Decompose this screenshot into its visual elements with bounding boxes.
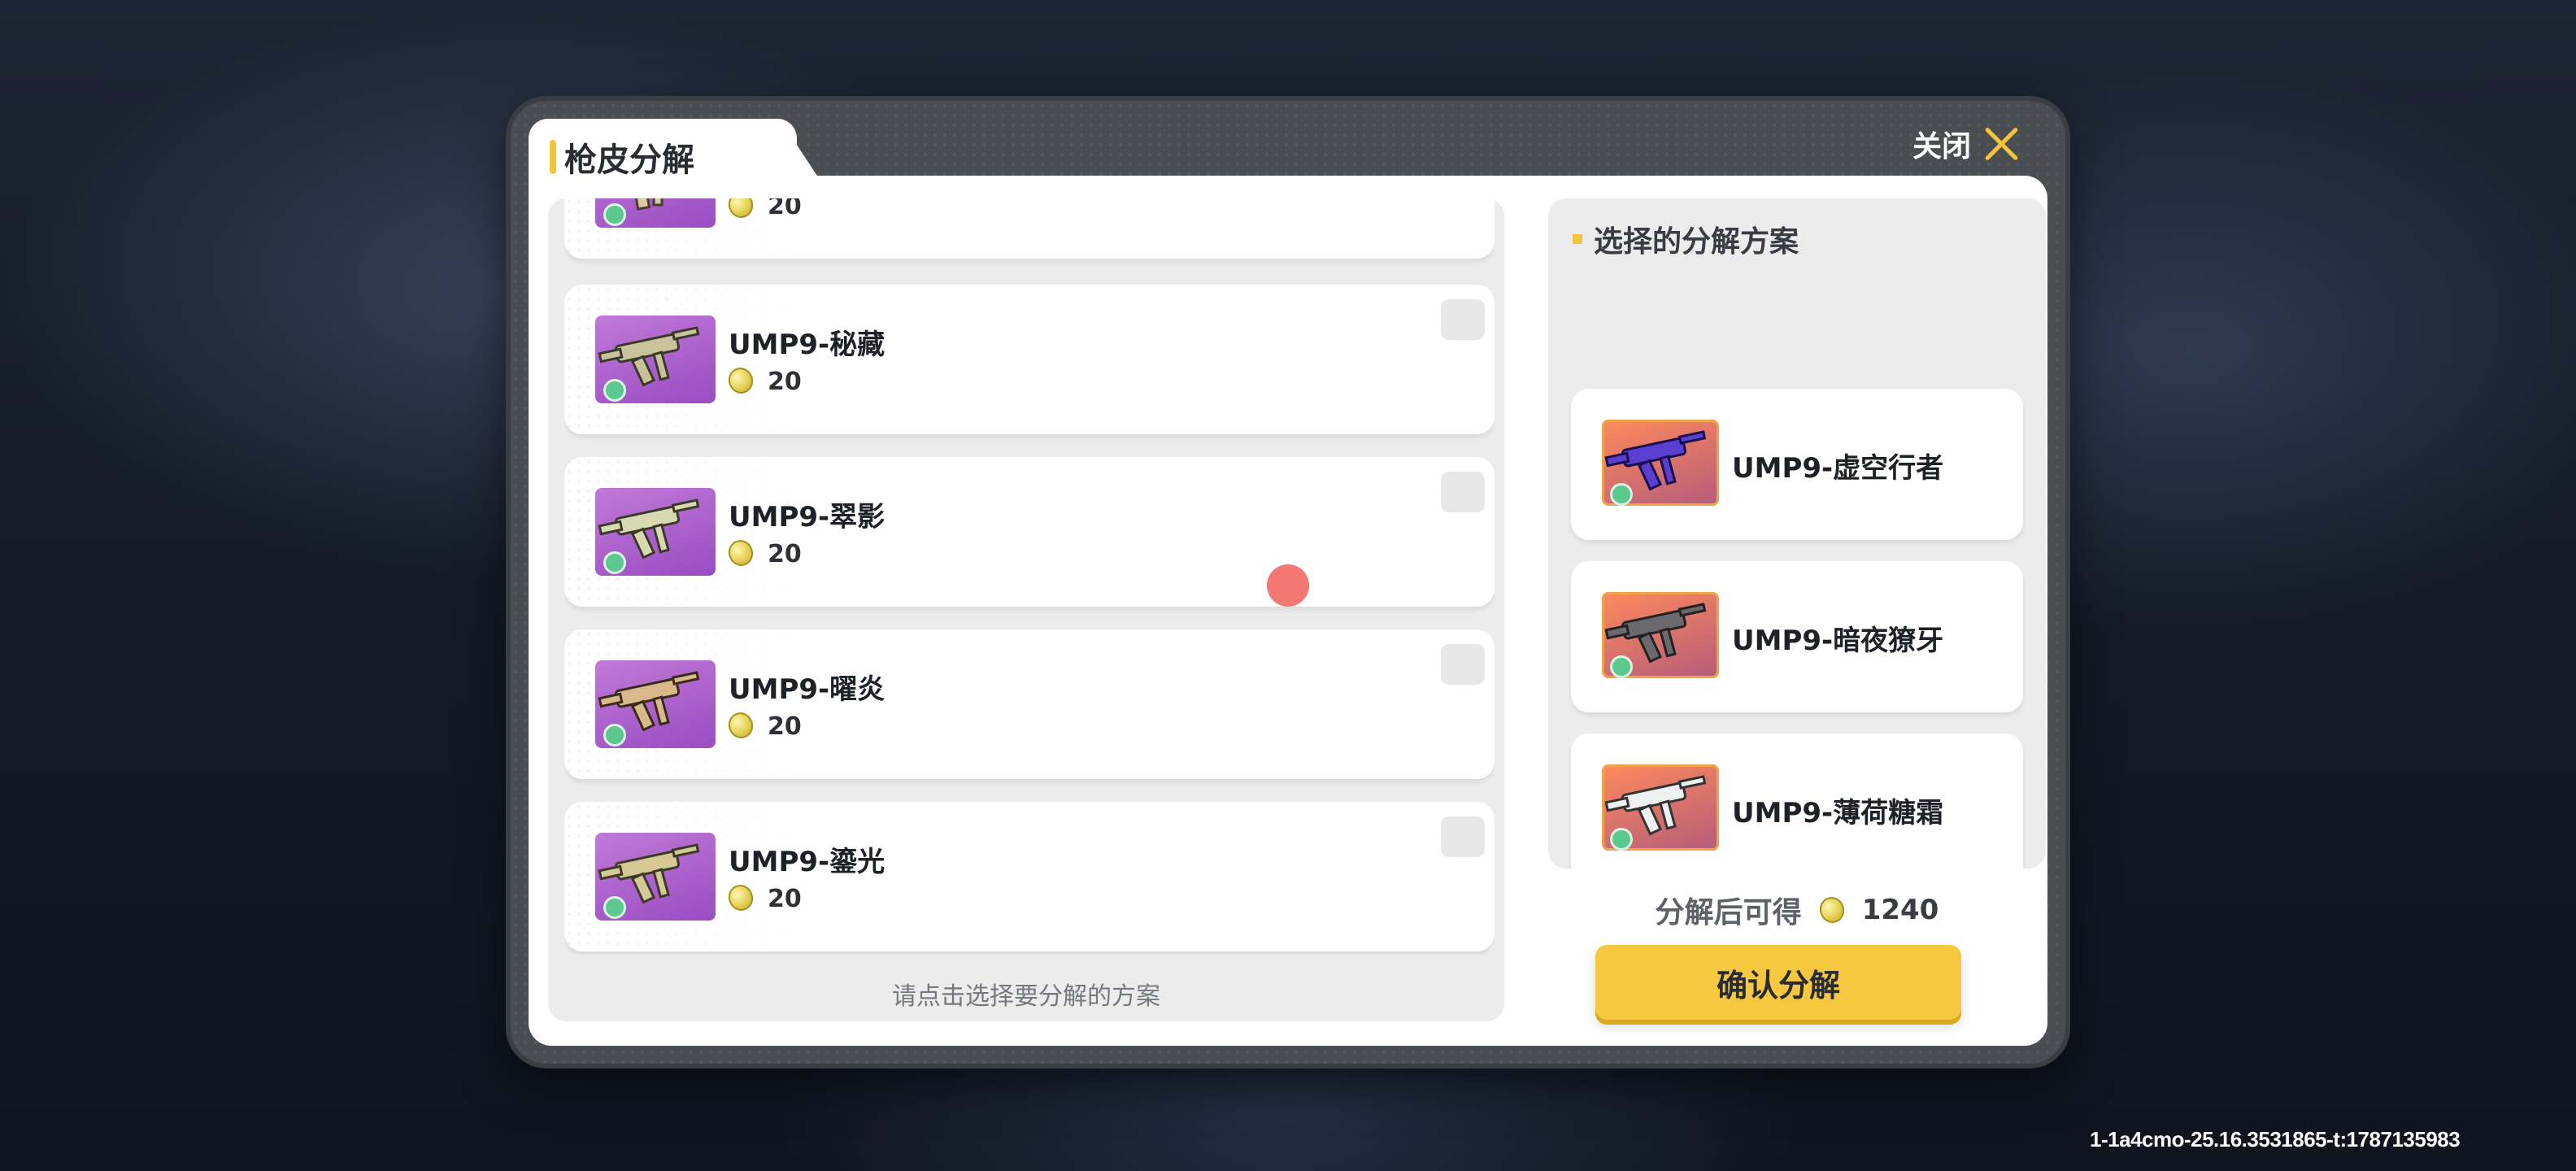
select-checkbox[interactable] — [1441, 644, 1485, 685]
confirm-label: 确认分解 — [1716, 967, 1840, 1003]
dialog-title: 枪皮分解 — [564, 141, 694, 179]
rarity-badge-icon — [603, 724, 626, 747]
skin-list-item[interactable]: UMP9-秘藏 20 — [564, 285, 1495, 434]
gun-skin-thumb — [595, 198, 716, 228]
result-label: 分解后可得 — [1655, 896, 1802, 929]
selected-skin-item[interactable]: UMP9-暗夜獠牙 — [1571, 561, 2023, 712]
gun-skin-thumb — [595, 316, 716, 403]
gun-skin-thumb — [1602, 592, 1719, 678]
rarity-badge-icon — [1610, 828, 1633, 851]
square-bullet-icon — [1573, 234, 1582, 244]
skin-list-item[interactable]: UMP9-翠影 20 — [564, 457, 1495, 607]
skin-list[interactable]: 20 UMP9-秘藏 20 UMP9-翠影 20 UMP9-曜炎 20 UMP9… — [564, 198, 1495, 955]
select-checkbox[interactable] — [1441, 472, 1485, 512]
selected-skin-item[interactable]: UMP9-薄荷糖霜 — [1571, 734, 2023, 868]
rarity-badge-icon — [603, 203, 626, 226]
tab-accent-bar — [550, 140, 556, 174]
touch-indicator — [1267, 564, 1309, 607]
skin-price: 20 — [768, 712, 802, 741]
skin-name: UMP9-翠影 — [729, 501, 886, 533]
selected-plan-panel: 选择的分解方案 UMP9-虚空行者 UMP9-暗夜獠牙 UMP9-薄荷糖霜 — [1548, 198, 2046, 868]
rarity-badge-icon — [603, 551, 626, 574]
confirm-decompose-button[interactable]: 确认分解 — [1595, 945, 1961, 1020]
selection-hint: 请点击选择要分解的方案 — [892, 982, 1160, 1011]
gun-skin-thumb — [1602, 420, 1719, 506]
decompose-result: 分解后可得 1240 — [1548, 890, 2046, 930]
selected-skin-name: UMP9-暗夜獠牙 — [1732, 625, 1944, 657]
skin-price: 20 — [768, 198, 802, 220]
gun-skin-thumb — [595, 833, 716, 921]
skin-price: 20 — [768, 540, 802, 568]
coin-icon — [1816, 893, 1848, 927]
close-button[interactable]: 关闭 — [1912, 120, 2020, 168]
gun-skin-thumb — [595, 660, 716, 748]
close-icon[interactable] — [1982, 125, 2020, 163]
select-checkbox[interactable] — [1441, 299, 1485, 340]
skin-list-item[interactable]: UMP9-鎏光 20 — [564, 802, 1495, 951]
rarity-badge-icon — [603, 896, 626, 919]
build-id: 1-1a4cmo-25.16.3531865-t:1787135983 — [2090, 1127, 2461, 1151]
skin-price: 20 — [768, 368, 802, 396]
skin-name: UMP9-秘藏 — [729, 329, 886, 361]
skin-price: 20 — [768, 885, 802, 913]
skin-list-panel: 20 UMP9-秘藏 20 UMP9-翠影 20 UMP9-曜炎 20 UMP9… — [548, 198, 1504, 1021]
close-label: 关闭 — [1912, 130, 1972, 163]
skin-list-item[interactable]: 20 — [564, 198, 1495, 259]
gun-skin-thumb — [1602, 764, 1719, 851]
gun-skin-thumb — [595, 488, 716, 576]
skin-name: UMP9-鎏光 — [729, 846, 886, 878]
selected-skin-name: UMP9-虚空行者 — [1732, 452, 1944, 485]
rarity-badge-icon — [1610, 655, 1633, 678]
selected-skin-name: UMP9-薄荷糖霜 — [1732, 797, 1944, 829]
skin-name: UMP9-曜炎 — [729, 673, 886, 706]
selected-plan-title: 选择的分解方案 — [1594, 225, 1799, 259]
rarity-badge-icon — [1610, 483, 1633, 506]
selected-skin-item[interactable]: UMP9-虚空行者 — [1571, 389, 2023, 540]
select-checkbox[interactable] — [1441, 816, 1485, 857]
dialog-content: 20 UMP9-秘藏 20 UMP9-翠影 20 UMP9-曜炎 20 UMP9… — [529, 176, 2047, 1046]
rarity-badge-icon — [603, 379, 626, 402]
result-value: 1240 — [1861, 894, 1939, 926]
skin-list-item[interactable]: UMP9-曜炎 20 — [564, 629, 1495, 779]
